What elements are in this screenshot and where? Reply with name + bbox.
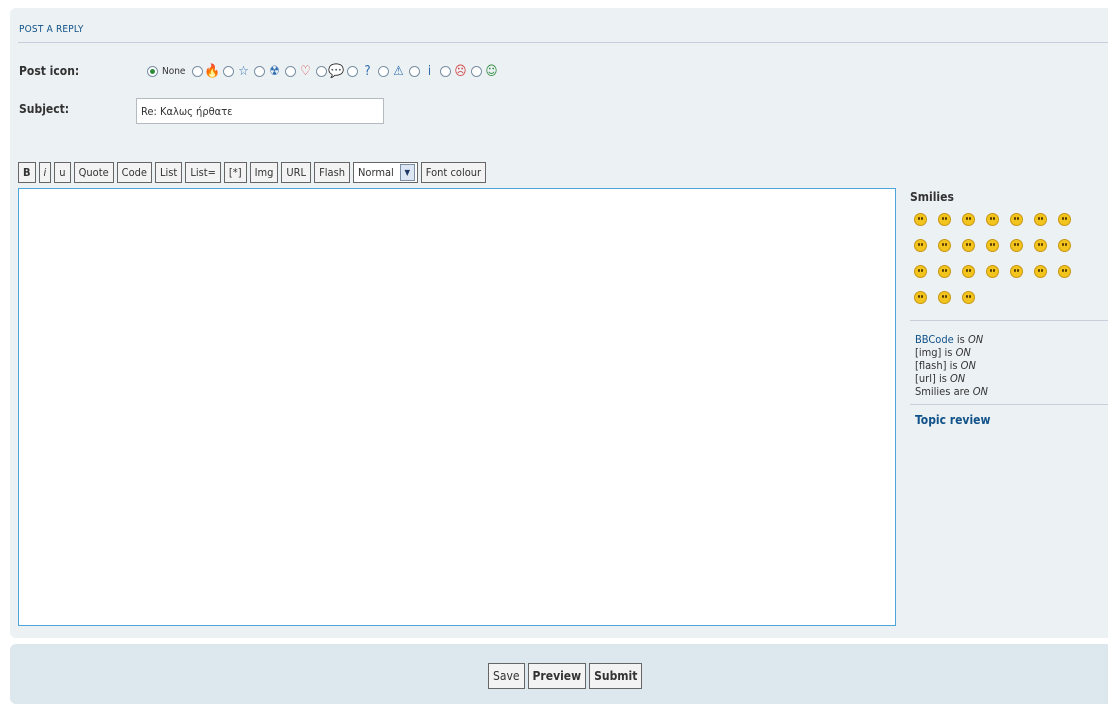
message-textarea[interactable] <box>18 188 896 626</box>
ordered-list-button[interactable]: List= <box>185 162 221 183</box>
heart-icon: ♡ <box>300 63 311 79</box>
smiley-icon[interactable] <box>1010 239 1023 252</box>
post-icon-option[interactable]: ☆ <box>223 63 251 79</box>
code-button[interactable]: Code <box>116 162 153 183</box>
bbcode-suffix: is <box>953 333 968 346</box>
none-label: None <box>162 65 186 77</box>
smilies-grid <box>910 208 1090 312</box>
smiley-icon[interactable] <box>962 213 975 226</box>
smiley-icon[interactable] <box>1010 213 1023 226</box>
img-button[interactable]: Img <box>249 162 279 183</box>
smiley-icon[interactable] <box>986 213 999 226</box>
preview-button[interactable]: Preview <box>527 663 587 689</box>
divider <box>910 404 1108 405</box>
list-item-button[interactable]: [*] <box>223 162 247 183</box>
post-icon-option[interactable]: ? <box>347 63 375 79</box>
radio-button[interactable] <box>440 65 452 77</box>
url-button[interactable]: URL <box>281 162 312 183</box>
flame-icon: 🔥 <box>204 63 221 79</box>
smiley-icon[interactable] <box>914 265 927 278</box>
smiley-icon[interactable] <box>1010 265 1023 278</box>
submit-button[interactable]: Submit <box>589 663 643 689</box>
grin-face-icon: ☺ <box>485 63 498 79</box>
smilies-heading: Smilies <box>910 190 954 204</box>
smiley-icon[interactable] <box>962 291 975 304</box>
radio-button[interactable] <box>347 65 359 77</box>
bbcode-state: ON <box>967 333 984 346</box>
smiley-icon[interactable] <box>914 239 927 252</box>
radioactive-icon: ☢ <box>269 63 280 79</box>
bbcode-link[interactable]: BBCode <box>915 333 954 346</box>
post-icon-option[interactable]: ☺ <box>471 63 499 79</box>
radio-button[interactable] <box>409 65 421 77</box>
smiley-icon[interactable] <box>914 291 927 304</box>
smiley-icon[interactable] <box>938 239 951 252</box>
smiley-icon[interactable] <box>938 265 951 278</box>
post-icon-option[interactable]: ♡ <box>285 63 313 79</box>
post-icon-option[interactable]: 🔥 <box>192 63 221 79</box>
status-line: [img] is ON <box>915 346 971 359</box>
radio-button[interactable] <box>285 65 297 77</box>
divider <box>18 42 1108 43</box>
status-line: [flash] is ON <box>915 359 976 372</box>
radio-button[interactable] <box>378 65 390 77</box>
smiley-icon[interactable] <box>1058 239 1071 252</box>
smiley-icon[interactable] <box>962 239 975 252</box>
font-colour-button[interactable]: Font colour <box>420 162 487 183</box>
sidebar: Smilies BBCode is ON [img] is ON [flash] … <box>910 190 1108 427</box>
bbcode-toolbar: Bi u Quote Code List List= [*] Img URL Flash Norma… <box>18 162 489 183</box>
post-icon-label: Post icon: <box>19 64 80 78</box>
radio-button[interactable] <box>147 65 158 77</box>
radio-button[interactable] <box>192 65 204 77</box>
smiley-icon[interactable] <box>1034 213 1047 226</box>
star-icon: ☆ <box>238 63 249 79</box>
info-icon: i <box>427 63 432 79</box>
smiley-icon[interactable] <box>914 213 927 226</box>
post-icon-option[interactable]: ☢ <box>254 63 282 79</box>
smiley-icon[interactable] <box>938 213 951 226</box>
sad-face-icon: ☹ <box>454 63 467 79</box>
list-button[interactable]: List <box>155 162 183 183</box>
status-line: [url] is ON <box>915 372 966 385</box>
bold-button[interactable]: B <box>18 162 36 183</box>
smiley-icon[interactable] <box>986 239 999 252</box>
speech-bubble-icon: 💬 <box>328 63 345 79</box>
topic-review-link[interactable]: Topic review <box>915 413 1108 427</box>
smiley-icon[interactable] <box>938 291 951 304</box>
font-size-value: Normal <box>358 166 394 179</box>
post-icon-option[interactable]: i <box>409 63 437 79</box>
smiley-icon[interactable] <box>1058 213 1071 226</box>
chevron-down-icon[interactable]: ▼ <box>399 164 415 181</box>
submit-buttons: Save Preview Submit <box>488 663 645 689</box>
subject-input[interactable] <box>136 98 384 124</box>
post-icon-option[interactable]: ☹ <box>440 63 468 79</box>
font-size-select[interactable]: Normal ▼ <box>353 162 418 183</box>
smiley-icon[interactable] <box>962 265 975 278</box>
italic-button[interactable]: i <box>38 162 52 183</box>
post-icon-option[interactable]: 💬 <box>316 63 345 79</box>
quote-button[interactable]: Quote <box>73 162 114 183</box>
panel-title: POST A REPLY <box>19 24 84 35</box>
subject-label: Subject: <box>19 102 70 116</box>
bbcode-status: BBCode is ON [img] is ON [flash] is ON [ur… <box>915 333 1108 398</box>
radio-button[interactable] <box>471 65 483 77</box>
post-icon-none-option[interactable]: None <box>147 65 189 77</box>
post-icon-options: None 🔥 ☆ ☢ ♡ 💬? ⚠ i ☹ ☺ <box>147 62 502 80</box>
post-icon-option[interactable]: ⚠ <box>378 63 406 79</box>
smiley-icon[interactable] <box>986 265 999 278</box>
question-icon: ? <box>364 63 371 79</box>
smiley-icon[interactable] <box>1034 265 1047 278</box>
flash-button[interactable]: Flash <box>314 162 350 183</box>
underline-button[interactable]: u <box>54 162 71 183</box>
smiley-icon[interactable] <box>1058 265 1071 278</box>
smiley-icon[interactable] <box>1034 239 1047 252</box>
divider <box>910 320 1108 321</box>
radio-button[interactable] <box>254 65 266 77</box>
save-button[interactable]: Save <box>488 663 525 689</box>
status-line: Smilies are ON <box>915 385 988 398</box>
radio-button[interactable] <box>316 65 328 77</box>
warning-icon: ⚠ <box>393 63 404 79</box>
radio-button[interactable] <box>223 65 235 77</box>
